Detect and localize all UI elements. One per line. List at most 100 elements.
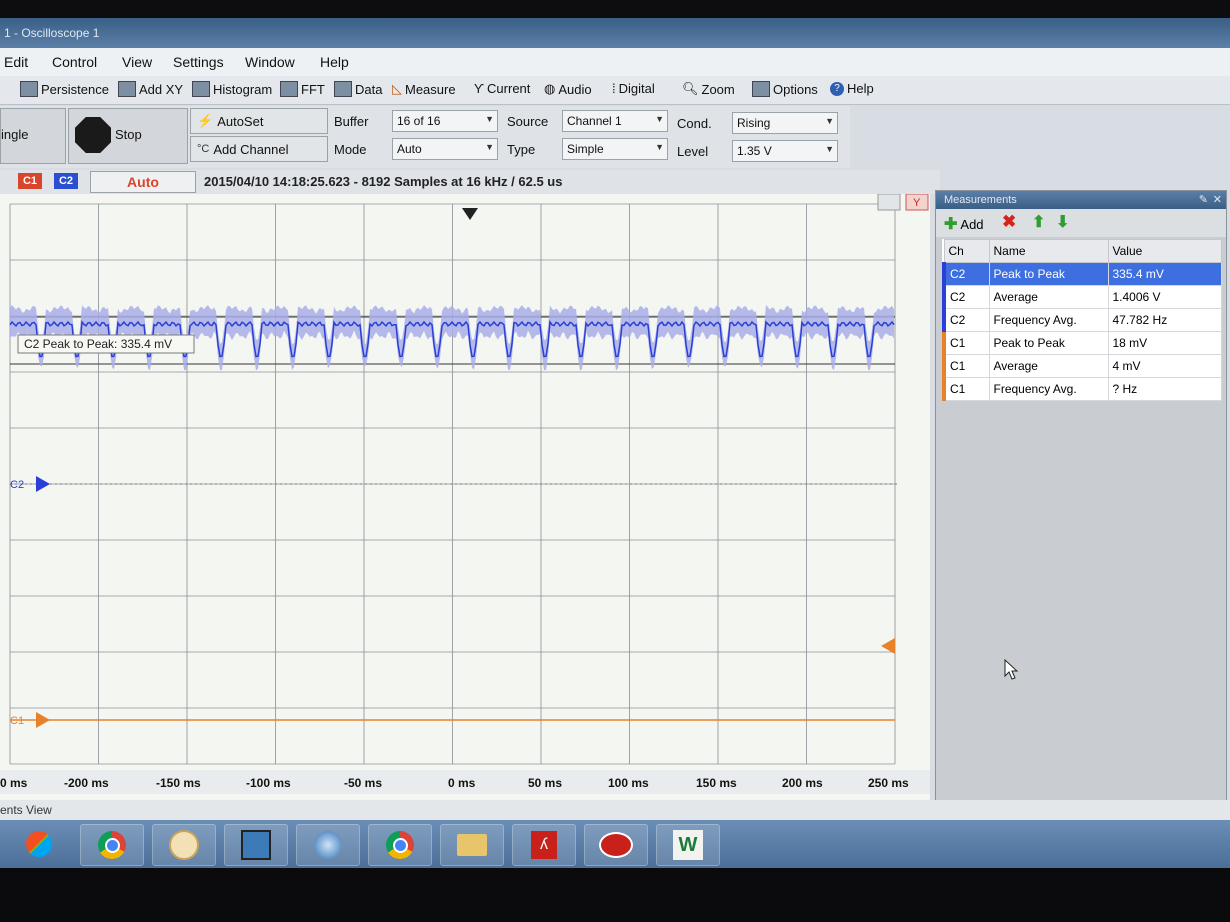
windows-icon[interactable] (8, 824, 70, 864)
acrobat-icon[interactable]: ʎ (512, 824, 576, 866)
plus-icon: ✚ (944, 216, 958, 233)
level-value: 1.35 V (737, 144, 772, 158)
mode-value: Auto (397, 142, 422, 156)
table-row[interactable]: C2 Frequency Avg. 47.782 Hz (942, 308, 1222, 332)
scope-plot[interactable]: C2 C1 Y C2 Peak to Peak: 335.4 mV 0 ms -… (0, 193, 930, 804)
x-tick-label: 150 ms (696, 776, 737, 790)
source-select[interactable]: Channel 1 ▼ (562, 110, 668, 132)
digital-button[interactable]: ⁞ Digital (612, 81, 655, 96)
table-row[interactable]: C2 Peak to Peak 335.4 mV (942, 262, 1222, 286)
chrome-icon[interactable] (80, 824, 144, 866)
stop-button[interactable]: Stop (68, 108, 188, 164)
chrome-icon[interactable] (368, 824, 432, 866)
zoom-button[interactable]: 🔍︎ Zoom (682, 81, 735, 97)
file-explorer-icon[interactable] (440, 824, 504, 866)
add-measurement-button[interactable]: ✚ Add (944, 214, 984, 234)
row-value: 1.4006 V (1107, 285, 1222, 309)
magnifier-icon: 🔍︎ (682, 81, 699, 96)
column-header-value[interactable]: Value (1107, 239, 1222, 263)
row-value: 335.4 mV (1107, 262, 1222, 286)
column-header-name[interactable]: Name (988, 239, 1109, 263)
menu-control[interactable]: Control (52, 54, 97, 70)
measure-button[interactable]: ◺ Measure (392, 81, 456, 97)
buffer-select[interactable]: 16 of 16 ▼ (392, 110, 498, 132)
table-row[interactable]: C1 Peak to Peak 18 mV (942, 331, 1222, 355)
channel-2-toggle[interactable]: C2 (54, 173, 78, 189)
histogram-label: Histogram (213, 81, 273, 97)
add-channel-button[interactable]: °C Add Channel (190, 136, 328, 162)
scope-app-icon[interactable] (584, 824, 648, 866)
type-label: Type (507, 142, 536, 157)
measurement-overlay-label: C2 Peak to Peak: 335.4 mV (24, 337, 172, 351)
close-icon[interactable]: ✕ (1213, 193, 1222, 206)
x-tick-label: -200 ms (64, 776, 109, 790)
x-tick-label: 100 ms (608, 776, 649, 790)
row-channel: C2 (942, 308, 990, 332)
column-header-ch[interactable]: Ch (943, 239, 990, 263)
clock-gadget-icon[interactable] (152, 824, 216, 866)
row-channel: C2 (942, 262, 990, 286)
delete-icon[interactable]: ✖ (1002, 212, 1016, 232)
autoset-button[interactable]: ⚡ AutoSet (190, 108, 328, 134)
type-select[interactable]: Simple ▼ (562, 138, 668, 160)
histogram-button[interactable]: Histogram (192, 81, 272, 97)
source-label: Source (507, 114, 549, 129)
current-icon: Ƴ (474, 81, 485, 96)
menu-settings[interactable]: Settings (173, 54, 224, 70)
level-label: Level (677, 144, 709, 159)
x-tick-label: -50 ms (344, 776, 383, 790)
add-xy-button[interactable]: Add XY (118, 81, 183, 97)
digital-label: Digital (618, 81, 655, 96)
table-row[interactable]: C2 Average 1.4006 V (942, 285, 1222, 309)
data-button[interactable]: Data (334, 81, 382, 97)
options-button[interactable]: Options (752, 81, 818, 97)
row-name: Frequency Avg. (988, 377, 1109, 401)
menu-window[interactable]: Window (245, 54, 295, 70)
arrow-down-icon[interactable]: ⬇ (1056, 212, 1069, 232)
x-tick-label: -150 ms (156, 776, 201, 790)
level-select[interactable]: 1.35 V ▼ (732, 140, 838, 162)
table-row[interactable]: C1 Frequency Avg. ? Hz (942, 377, 1222, 401)
menu-bar: Edit Control View Settings Window Help (0, 48, 1230, 76)
persistence-label: Persistence (41, 81, 109, 97)
pin-icon[interactable]: ✎ (1199, 193, 1208, 206)
events-view-tab[interactable]: ents View (0, 803, 52, 817)
menu-edit[interactable]: Edit (4, 54, 28, 70)
cond-select[interactable]: Rising ▼ (732, 112, 838, 134)
help-button[interactable]: ? Help (830, 81, 874, 96)
taskbar: ʎ W (0, 820, 1230, 868)
single-button[interactable]: ingle (0, 108, 66, 164)
mode-select[interactable]: Auto ▼ (392, 138, 498, 160)
waveform-canvas[interactable]: C2 C1 Y C2 Peak to Peak: 335.4 mV (0, 193, 930, 770)
persistence-button[interactable]: Persistence (20, 81, 109, 97)
measure-label: Measure (405, 81, 456, 97)
x-tick-label: 0 ms (0, 776, 28, 790)
audio-button[interactable]: ◍ Audio (544, 81, 592, 97)
row-channel: C1 (942, 377, 990, 401)
menu-help[interactable]: Help (320, 54, 349, 70)
stop-icon (75, 117, 111, 153)
channel-1-toggle[interactable]: C1 (18, 173, 42, 189)
buffer-value: 16 of 16 (397, 114, 441, 128)
current-button[interactable]: Ƴ Current (474, 81, 530, 96)
plot-options-button[interactable] (877, 193, 901, 211)
fft-button[interactable]: FFT (280, 81, 325, 97)
row-name: Peak to Peak (988, 262, 1109, 286)
waveforms-icon[interactable]: W (656, 824, 720, 866)
type-value: Simple (567, 142, 604, 156)
x-tick-label: 50 ms (528, 776, 563, 790)
row-name: Peak to Peak (988, 331, 1109, 355)
table-row[interactable]: C1 Average 4 mV (942, 354, 1222, 378)
mode-label: Mode (334, 142, 367, 157)
row-value: 18 mV (1107, 331, 1222, 355)
autoset-icon: ⚡ (197, 113, 214, 128)
app-icon[interactable] (224, 824, 288, 866)
options-label: Options (773, 81, 818, 97)
options-icon (752, 81, 770, 97)
trigger-mode-badge[interactable]: Auto (90, 171, 196, 193)
measurements-toolbar: ✚ Add ✖ ⬆ ⬇ (936, 209, 1226, 237)
arrow-up-icon[interactable]: ⬆ (1032, 212, 1045, 232)
thunderbird-icon[interactable] (296, 824, 360, 866)
cond-value: Rising (737, 116, 771, 130)
menu-view[interactable]: View (122, 54, 152, 70)
